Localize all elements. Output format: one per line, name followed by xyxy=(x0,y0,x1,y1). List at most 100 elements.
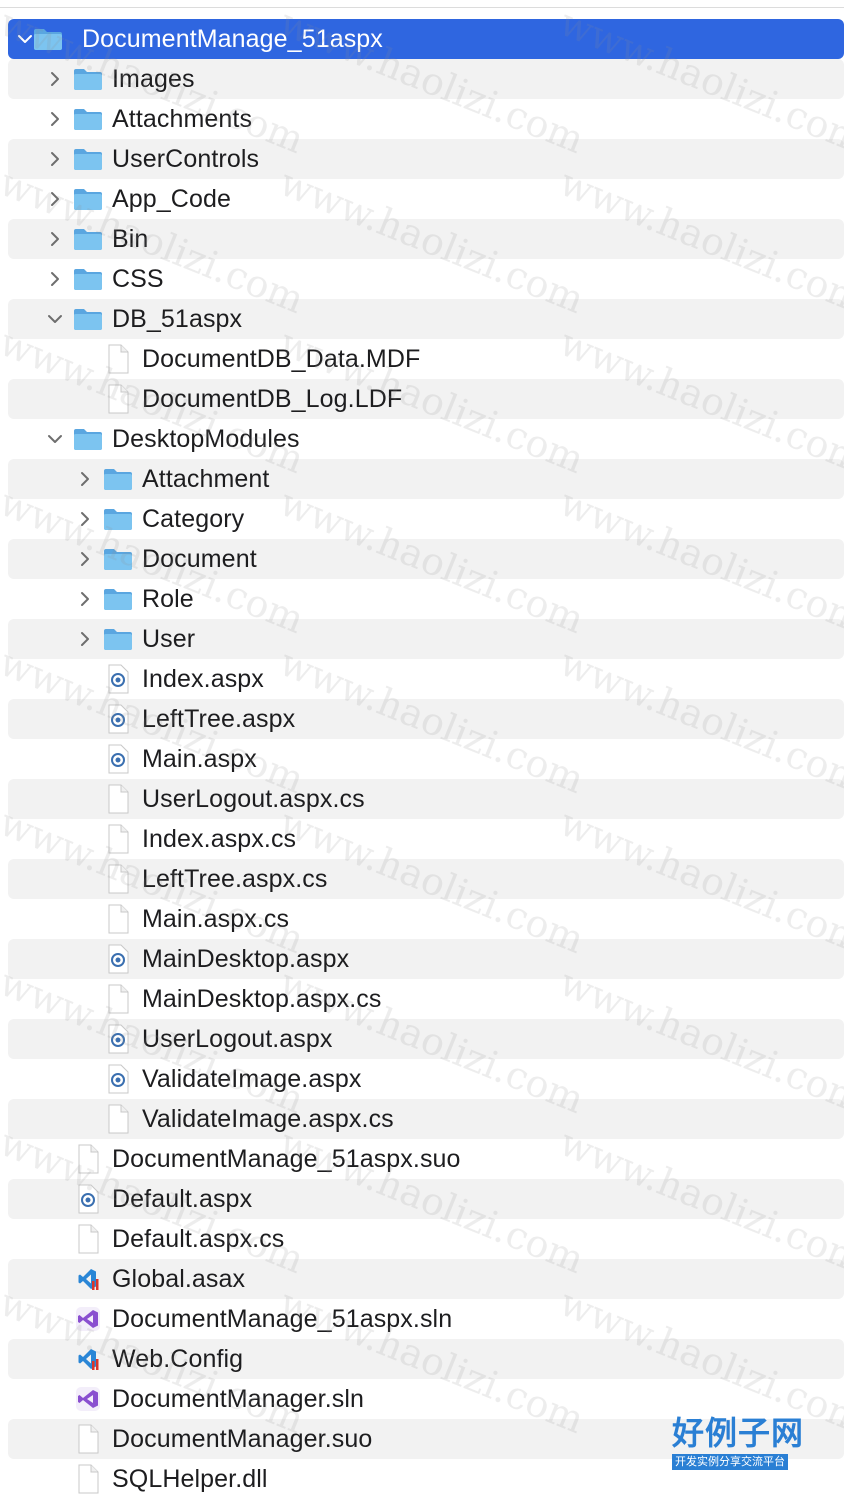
folder-icon xyxy=(72,99,104,139)
folder-row-db-51aspx[interactable]: DB_51aspx xyxy=(8,299,844,339)
file-row-documentmanage-51aspx-sln[interactable]: DocumentManage_51aspx.sln xyxy=(8,1299,844,1339)
file-row-lefttree-aspx-cs[interactable]: LeftTree.aspx.cs xyxy=(8,859,844,899)
folder-icon xyxy=(72,259,104,299)
folder-icon xyxy=(102,459,134,499)
file-icon xyxy=(72,1139,104,1179)
item-label: UserLogout.aspx.cs xyxy=(142,784,365,813)
file-row-index-aspx[interactable]: Index.aspx xyxy=(8,659,844,699)
logo-subtitle: 开发实例分享交流平台 xyxy=(672,1454,788,1470)
file-row-maindesktop-aspx[interactable]: MainDesktop.aspx xyxy=(8,939,844,979)
file-row-documentdb-data-mdf[interactable]: DocumentDB_Data.MDF xyxy=(8,339,844,379)
folder-row-app-code[interactable]: App_Code xyxy=(8,179,844,219)
item-label: Default.aspx.cs xyxy=(112,1224,285,1253)
chevron-right-icon[interactable] xyxy=(75,619,95,659)
chevron-right-icon[interactable] xyxy=(75,499,95,539)
aspx-file-icon xyxy=(102,659,134,699)
item-label: User xyxy=(142,624,196,653)
folder-row-category[interactable]: Category xyxy=(8,499,844,539)
file-row-web-config[interactable]: Web.Config xyxy=(8,1339,844,1379)
folder-row-css[interactable]: CSS xyxy=(8,259,844,299)
item-label: DocumentManage_51aspx xyxy=(82,24,383,53)
file-row-default-aspx[interactable]: Default.aspx xyxy=(8,1179,844,1219)
item-label: MainDesktop.aspx xyxy=(142,944,350,973)
chevron-right-icon[interactable] xyxy=(45,219,65,259)
aspx-file-icon xyxy=(72,1179,104,1219)
item-label: DocumentManage_51aspx.sln xyxy=(112,1304,453,1333)
vscode-file-icon xyxy=(72,1259,104,1299)
folder-icon xyxy=(72,219,104,259)
aspx-file-icon xyxy=(102,739,134,779)
chevron-right-icon[interactable] xyxy=(45,59,65,99)
item-label: CSS xyxy=(112,264,164,293)
item-label: App_Code xyxy=(112,184,231,213)
chevron-right-icon[interactable] xyxy=(45,99,65,139)
chevron-right-icon[interactable] xyxy=(45,139,65,179)
file-row-lefttree-aspx[interactable]: LeftTree.aspx xyxy=(8,699,844,739)
item-label: Role xyxy=(142,584,194,613)
file-icon xyxy=(102,819,134,859)
item-label: Global.asax xyxy=(112,1264,246,1293)
folder-row-attachments[interactable]: Attachments xyxy=(8,99,844,139)
file-icon xyxy=(102,1099,134,1139)
file-row-maindesktop-aspx-cs[interactable]: MainDesktop.aspx.cs xyxy=(8,979,844,1019)
file-row-userlogout-aspx-cs[interactable]: UserLogout.aspx.cs xyxy=(8,779,844,819)
logo-title: 好例子网 xyxy=(672,1414,805,1452)
item-label: DB_51aspx xyxy=(112,304,243,333)
chevron-down-icon[interactable] xyxy=(45,419,65,459)
item-label: Web.Config xyxy=(112,1344,244,1373)
item-label: SQLHelper.dll xyxy=(112,1464,268,1493)
item-label: UserControls xyxy=(112,144,260,173)
folder-row-images[interactable]: Images xyxy=(8,59,844,99)
item-label: DocumentManager.sln xyxy=(112,1384,365,1413)
chevron-right-icon[interactable] xyxy=(75,459,95,499)
item-label: MainDesktop.aspx.cs xyxy=(142,984,382,1013)
visual-studio-icon xyxy=(72,1379,104,1419)
item-label: DocumentDB_Log.LDF xyxy=(142,384,403,413)
file-icon xyxy=(72,1419,104,1459)
file-row-main-aspx[interactable]: Main.aspx xyxy=(8,739,844,779)
file-icon xyxy=(72,1219,104,1259)
file-row-documentdb-log-ldf[interactable]: DocumentDB_Log.LDF xyxy=(8,379,844,419)
item-label: Document xyxy=(142,544,257,573)
file-icon xyxy=(102,379,134,419)
aspx-file-icon xyxy=(102,1059,134,1099)
file-row-global-asax[interactable]: Global.asax xyxy=(8,1259,844,1299)
folder-icon xyxy=(102,539,134,579)
folder-row-user[interactable]: User xyxy=(8,619,844,659)
folder-row-document[interactable]: Document xyxy=(8,539,844,579)
aspx-file-icon xyxy=(102,939,134,979)
chevron-right-icon[interactable] xyxy=(75,579,95,619)
file-row-index-aspx-cs[interactable]: Index.aspx.cs xyxy=(8,819,844,859)
folder-icon xyxy=(72,139,104,179)
file-row-default-aspx-cs[interactable]: Default.aspx.cs xyxy=(8,1219,844,1259)
aspx-file-icon xyxy=(102,1019,134,1059)
file-row-documentmanage-51aspx-suo[interactable]: DocumentManage_51aspx.suo xyxy=(8,1139,844,1179)
item-label: Bin xyxy=(112,224,149,253)
file-icon xyxy=(72,1459,104,1499)
folder-row-desktopmodules[interactable]: DesktopModules xyxy=(8,419,844,459)
folder-icon xyxy=(102,619,134,659)
folder-row-documentmanage-51aspx[interactable]: DocumentManage_51aspx xyxy=(8,19,844,59)
file-row-main-aspx-cs[interactable]: Main.aspx.cs xyxy=(8,899,844,939)
chevron-right-icon[interactable] xyxy=(45,259,65,299)
folder-icon xyxy=(102,499,134,539)
file-row-validateimage-aspx-cs[interactable]: ValidateImage.aspx.cs xyxy=(8,1099,844,1139)
folder-row-attachment[interactable]: Attachment xyxy=(8,459,844,499)
item-label: UserLogout.aspx xyxy=(142,1024,333,1053)
chevron-right-icon[interactable] xyxy=(75,539,95,579)
file-row-userlogout-aspx[interactable]: UserLogout.aspx xyxy=(8,1019,844,1059)
file-icon xyxy=(102,339,134,379)
folder-row-bin[interactable]: Bin xyxy=(8,219,844,259)
chevron-down-icon[interactable] xyxy=(45,299,65,339)
folder-icon xyxy=(72,419,104,459)
item-label: Attachments xyxy=(112,104,253,133)
item-label: Main.aspx.cs xyxy=(142,904,290,933)
folder-row-role[interactable]: Role xyxy=(8,579,844,619)
file-icon xyxy=(102,859,134,899)
chevron-right-icon[interactable] xyxy=(45,179,65,219)
file-row-validateimage-aspx[interactable]: ValidateImage.aspx xyxy=(8,1059,844,1099)
folder-icon xyxy=(72,299,104,339)
file-row-documentmanager-sln[interactable]: DocumentManager.sln xyxy=(8,1379,844,1419)
vscode-file-icon xyxy=(72,1339,104,1379)
folder-row-usercontrols[interactable]: UserControls xyxy=(8,139,844,179)
